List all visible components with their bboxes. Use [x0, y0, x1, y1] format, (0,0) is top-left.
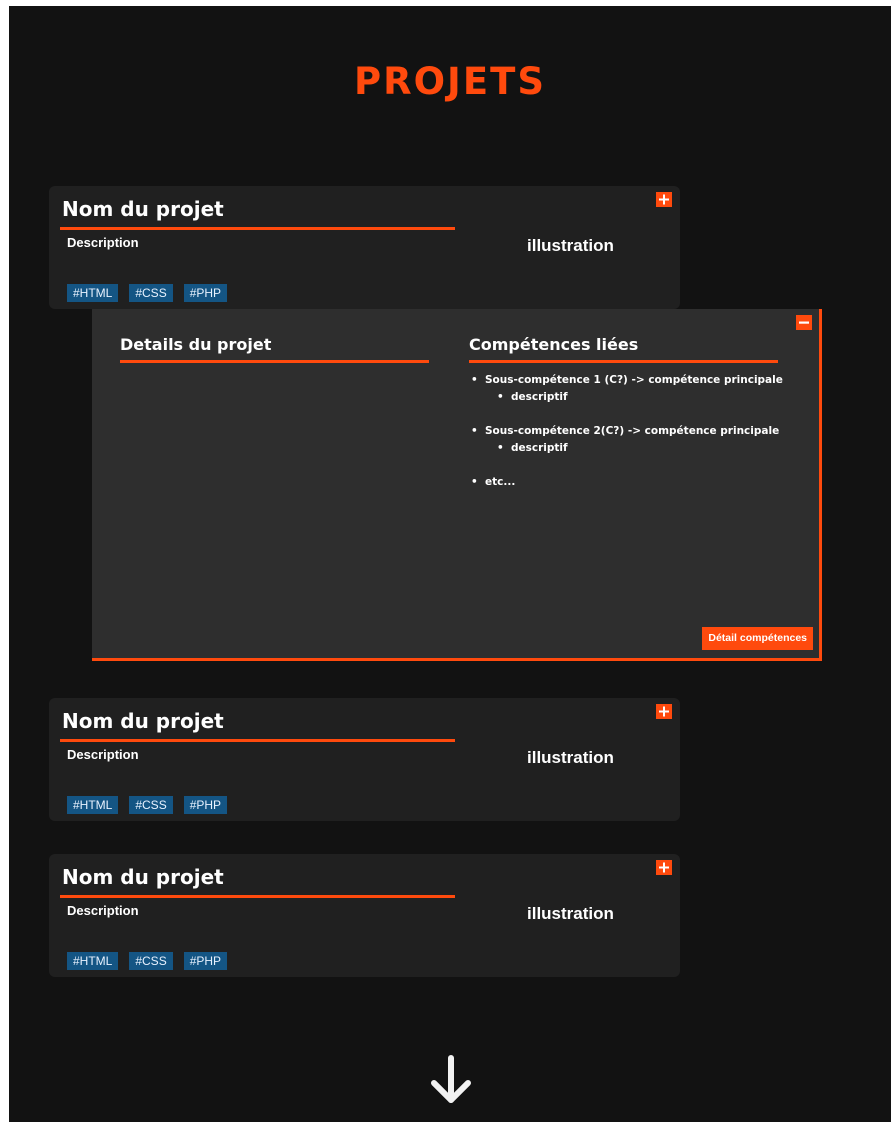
tag-list: #HTML #CSS #PHP [67, 284, 228, 302]
tag-php[interactable]: #PHP [183, 796, 228, 814]
project-description: Description [67, 747, 139, 762]
collapse-button[interactable] [796, 315, 812, 330]
expand-button[interactable] [656, 192, 672, 207]
project-detail-panel: Details du projet Compétences liées Sous… [92, 309, 822, 661]
tag-list: #HTML #CSS #PHP [67, 796, 228, 814]
project-illustration: illustration [527, 904, 614, 923]
tag-css[interactable]: #CSS [129, 284, 173, 302]
skills-title: Compétences liées [469, 335, 639, 354]
tag-css[interactable]: #CSS [129, 952, 173, 970]
project-illustration: illustration [527, 236, 614, 255]
project-name: Nom du projet [62, 865, 224, 889]
project-name: Nom du projet [62, 197, 224, 221]
tag-html[interactable]: #HTML [67, 796, 119, 814]
page-title: PROJETS [354, 60, 546, 103]
tag-list: #HTML #CSS #PHP [67, 952, 228, 970]
title-divider [60, 895, 455, 898]
projects-page: PROJETS Nom du projet Description illust… [9, 6, 891, 1122]
plus-icon [659, 194, 669, 205]
tag-html[interactable]: #HTML [67, 284, 119, 302]
skills-divider [469, 360, 778, 363]
expand-button[interactable] [656, 860, 672, 875]
project-card: Nom du projet Description illustration #… [49, 854, 680, 977]
plus-icon [659, 706, 669, 717]
scroll-down-button[interactable] [429, 1054, 473, 1110]
minus-icon [799, 321, 809, 324]
details-divider [120, 360, 429, 363]
tag-css[interactable]: #CSS [129, 796, 173, 814]
tag-html[interactable]: #HTML [67, 952, 119, 970]
skill-sub-item: descriptif [469, 440, 814, 457]
skill-item: etc... [469, 474, 814, 491]
project-description: Description [67, 903, 139, 918]
title-divider [60, 739, 455, 742]
tag-php[interactable]: #PHP [183, 284, 228, 302]
project-card: Nom du projet Description illustration #… [49, 698, 680, 821]
expand-button[interactable] [656, 704, 672, 719]
skill-sub-item: descriptif [469, 389, 814, 406]
skill-item: Sous-compétence 2(C?) -> compétence prin… [469, 423, 814, 440]
skills-list: Sous-compétence 1 (C?) -> compétence pri… [469, 372, 814, 491]
project-card: Nom du projet Description illustration #… [49, 186, 680, 309]
details-title: Details du projet [120, 335, 272, 354]
project-name: Nom du projet [62, 709, 224, 733]
plus-icon [659, 862, 669, 873]
tag-php[interactable]: #PHP [183, 952, 228, 970]
skills-detail-button[interactable]: Détail compétences [702, 627, 813, 650]
title-divider [60, 227, 455, 230]
skill-item: Sous-compétence 1 (C?) -> compétence pri… [469, 372, 814, 389]
project-illustration: illustration [527, 748, 614, 767]
arrow-down-icon [431, 1055, 471, 1103]
project-description: Description [67, 235, 139, 250]
